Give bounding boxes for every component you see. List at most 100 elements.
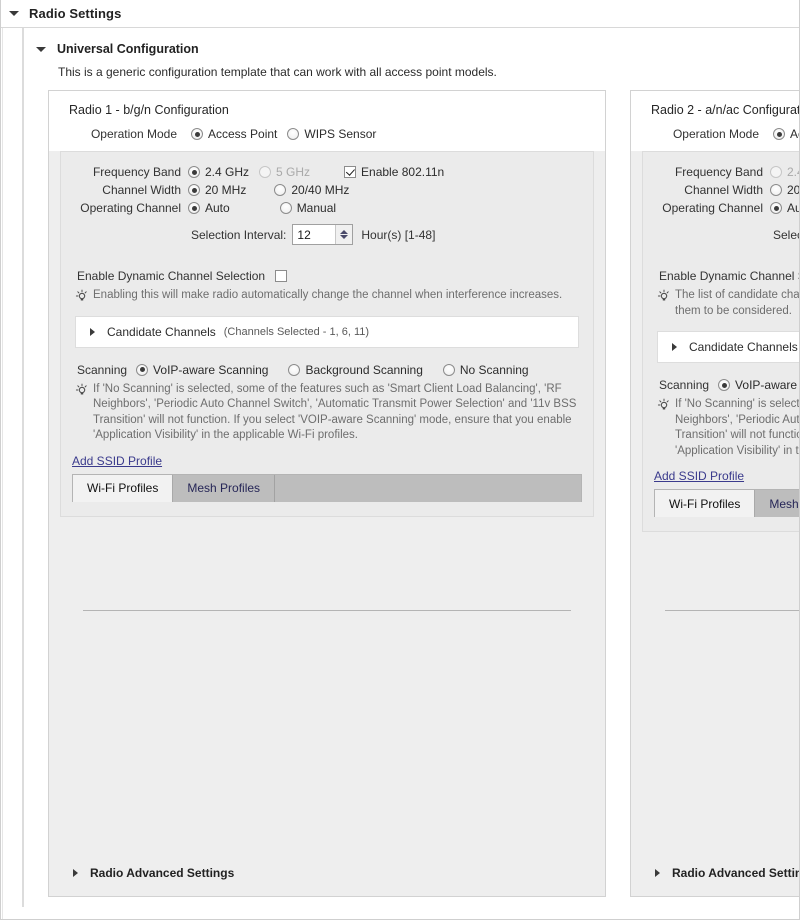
radio-indicator[interactable] — [718, 379, 730, 391]
radio-indicator[interactable] — [188, 166, 200, 178]
radio1-scanning-hint: If 'No Scanning' is selected, some of th… — [75, 382, 593, 444]
col-firewall: Firewall — [320, 610, 430, 611]
radio2-operating-channel-auto[interactable]: Auto — [770, 201, 800, 215]
radio2-scanning-hint: If 'No Scanning' is selected, some of th… — [657, 397, 800, 459]
radio1-enable-80211n[interactable]: Enable 802.11n — [344, 165, 444, 179]
radio-indicator[interactable] — [136, 364, 148, 376]
radio-indicator[interactable] — [188, 202, 200, 214]
radio1-channel-width-label: Channel Width — [61, 183, 188, 197]
radio1-scanning-none[interactable]: No Scanning — [443, 363, 529, 377]
hint-text: Enabling this will make radio automatica… — [93, 288, 562, 304]
radio-panels-container: Radio 1 - b/g/n Configuration Operation … — [48, 90, 800, 897]
radio-indicator[interactable] — [287, 128, 299, 140]
radio1-operation-mode-label: Operation Mode — [49, 127, 191, 141]
hint-text: If 'No Scanning' is selected, some of th… — [93, 382, 579, 444]
triangle-right-icon[interactable] — [90, 328, 95, 336]
radio-indicator[interactable] — [288, 364, 300, 376]
checkbox-indicator[interactable] — [344, 166, 356, 178]
radio-indicator[interactable] — [770, 184, 782, 196]
lightbulb-icon — [657, 289, 671, 303]
radio2-profiles-table: SSID Profile Name SSID Firewall SSID S..… — [666, 610, 800, 611]
radio-settings-page: Radio Settings Universal Configuration T… — [0, 0, 800, 920]
inner-gutter-line — [22, 28, 23, 907]
triangle-down-icon[interactable] — [36, 47, 46, 52]
lightbulb-icon — [75, 383, 89, 397]
radio1-scanning-voip[interactable]: VoIP-aware Scanning — [136, 363, 268, 377]
table-header-row: SSID Profile Name SSID Firewall SSID S..… — [84, 610, 570, 611]
radio1-advanced-settings-toggle[interactable]: Radio Advanced Settings — [73, 866, 234, 880]
option-label: Manual — [297, 201, 336, 215]
radio-indicator[interactable] — [773, 128, 785, 140]
radio1-scanning-background[interactable]: Background Scanning — [288, 363, 422, 377]
radio-indicator[interactable] — [443, 364, 455, 376]
selection-interval-input[interactable] — [293, 225, 335, 244]
universal-configuration-title: Universal Configuration — [57, 42, 199, 56]
radio1-channel-width-20[interactable]: 20 MHz — [188, 183, 246, 197]
universal-configuration-header[interactable]: Universal Configuration — [24, 28, 799, 56]
radio2-candidate-channels-bar[interactable]: Candidate Channels (All C — [657, 331, 800, 363]
triangle-right-icon[interactable] — [655, 869, 660, 877]
radio1-operation-mode-wips-sensor[interactable]: WIPS Sensor — [287, 127, 376, 141]
triangle-right-icon[interactable] — [73, 869, 78, 877]
radio2-advanced-settings-label: Radio Advanced Settings — [672, 866, 800, 880]
radio1-operating-channel-auto[interactable]: Auto — [188, 201, 230, 215]
page-title: Radio Settings — [29, 6, 121, 21]
option-label: Enable 802.11n — [361, 165, 444, 179]
radio1-dynamic-channel-checkbox[interactable] — [275, 270, 287, 282]
option-label: WIPS Sensor — [304, 127, 376, 141]
col-expander — [666, 610, 698, 611]
radio2-channel-width-row: Channel Width 20 MHz 20/40 MHz — [643, 183, 800, 197]
radio1-form-area: Frequency Band 2.4 GHz 5 GHz Enable 802.… — [60, 151, 594, 517]
radio2-operation-mode-access-point[interactable]: Access Point — [773, 127, 800, 141]
chevron-up-icon[interactable] — [340, 230, 348, 234]
radio1-channel-width-2040[interactable]: 20/40 MHz — [274, 183, 349, 197]
radio2-advanced-settings-toggle[interactable]: Radio Advanced Settings — [655, 866, 800, 880]
radio2-add-ssid-profile-link[interactable]: Add SSID Profile — [654, 469, 744, 483]
radio1-profiles-table: SSID Profile Name SSID Firewall SSID S..… — [84, 610, 570, 611]
option-label: 5 GHz — [276, 165, 310, 179]
radio2-tab-wifi-profiles[interactable]: Wi-Fi Profiles — [655, 490, 755, 517]
radio2-dynamic-channel-label: Enable Dynamic Channel Selec — [659, 269, 800, 283]
radio1-tab-mesh-profiles[interactable]: Mesh Profiles — [173, 475, 275, 502]
radio1-dynamic-channel-hint: Enabling this will make radio automatica… — [75, 288, 593, 304]
radio1-selection-interval-label: Selection Interval: — [191, 228, 286, 242]
col-actions — [492, 610, 570, 611]
radio1-candidate-channels-sublabel: (Channels Selected - 1, 6, 11) — [224, 326, 369, 338]
radio1-add-ssid-profile-link[interactable]: Add SSID Profile — [72, 454, 162, 468]
radio2-tab-mesh-profiles[interactable]: Mesh Profiles — [755, 490, 800, 517]
radio2-operation-mode-row: Operation Mode Access Point WIPS Sensor — [631, 117, 800, 141]
radio-indicator — [770, 166, 782, 178]
radio1-candidate-channels-bar[interactable]: Candidate Channels (Channels Selected - … — [75, 316, 579, 348]
radio2-operating-channel-row: Operating Channel Auto Manual — [643, 201, 800, 215]
universal-configuration-block: Universal Configuration This is a generi… — [23, 28, 799, 907]
radio2-dynamic-channel-row: Enable Dynamic Channel Selec — [659, 269, 800, 283]
radio2-channel-width-20[interactable]: 20 MHz — [770, 183, 800, 197]
stepper-buttons[interactable] — [335, 225, 352, 244]
radio1-selection-interval-stepper[interactable] — [292, 224, 353, 245]
radio2-frequency-band-row: Frequency Band 2.4 GHz 5 GHz Enable 802.… — [643, 165, 800, 179]
radio1-selection-interval-row: Selection Interval: Hour(s) [1-48] — [61, 224, 593, 245]
radio-indicator[interactable] — [191, 128, 203, 140]
radio-indicator[interactable] — [188, 184, 200, 196]
outer-gutter-line — [2, 28, 3, 919]
radio2-scanning-label: Scanning — [659, 378, 709, 392]
radio2-frequency-band-label: Frequency Band — [643, 165, 770, 179]
radio2-selection-interval-label: Selection In — [773, 228, 800, 242]
hint-text: The list of candidate channels is shown … — [675, 288, 800, 319]
radio-indicator[interactable] — [280, 202, 292, 214]
radio2-form-area: Frequency Band 2.4 GHz 5 GHz Enable 802.… — [642, 151, 800, 532]
radio2-panel-title: Radio 2 - a/n/ac Configuration — [631, 91, 800, 117]
radio1-operation-mode-access-point[interactable]: Access Point — [191, 127, 277, 141]
radio-indicator[interactable] — [770, 202, 782, 214]
col-ssid-profile-name: SSID Profile Name — [116, 610, 262, 611]
col-ssid-profile-name: SSID Profile Name — [698, 610, 800, 611]
radio-indicator[interactable] — [274, 184, 286, 196]
radio1-tab-wifi-profiles[interactable]: Wi-Fi Profiles — [73, 475, 173, 502]
triangle-right-icon[interactable] — [672, 343, 677, 351]
radio2-scanning-voip[interactable]: VoIP-aware Sca — [718, 378, 800, 392]
radio2-scanning-row: Scanning VoIP-aware Sca — [659, 378, 800, 392]
triangle-down-icon[interactable] — [9, 11, 19, 16]
chevron-down-icon[interactable] — [340, 235, 348, 239]
radio1-frequency-band-24[interactable]: 2.4 GHz — [188, 165, 249, 179]
radio1-operating-channel-manual[interactable]: Manual — [280, 201, 336, 215]
